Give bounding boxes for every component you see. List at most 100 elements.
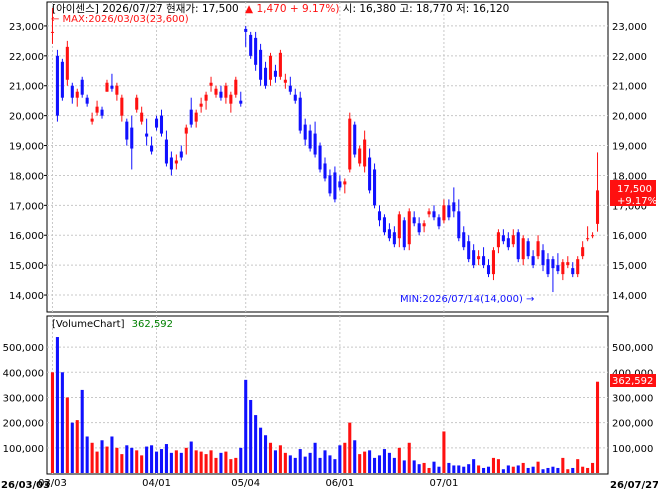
candle-body[interactable] <box>288 85 292 92</box>
volume-bar[interactable] <box>407 442 411 473</box>
candle-body[interactable] <box>303 124 307 140</box>
volume-bar[interactable] <box>95 451 99 473</box>
volume-bar[interactable] <box>254 415 258 473</box>
candle-body[interactable] <box>511 235 515 245</box>
volume-bar[interactable] <box>283 452 287 473</box>
candle-body[interactable] <box>55 55 59 116</box>
volume-bar[interactable] <box>219 452 223 473</box>
candle-body[interactable] <box>189 109 193 125</box>
volume-bar[interactable] <box>526 467 530 473</box>
volume-bar[interactable] <box>229 459 233 473</box>
candle-body[interactable] <box>373 169 377 206</box>
volume-bar[interactable] <box>174 450 178 473</box>
volume-bar[interactable] <box>595 381 600 473</box>
volume-bar[interactable] <box>338 445 342 473</box>
volume-bar[interactable] <box>482 467 486 473</box>
candle-body[interactable] <box>135 97 139 110</box>
volume-bar[interactable] <box>511 466 515 473</box>
candle-body[interactable] <box>437 217 441 227</box>
candle-body[interactable] <box>333 172 337 200</box>
volume-bar[interactable] <box>159 449 164 473</box>
candle-body[interactable] <box>467 241 471 260</box>
candle-body[interactable] <box>50 31 55 33</box>
candle-body[interactable] <box>343 181 347 185</box>
volume-bar[interactable] <box>145 446 149 473</box>
volume-bar[interactable] <box>85 436 89 473</box>
stock-chart[interactable]: 14,000 14,000 15,000 15,000 16,000 16,000 17,0… <box>0 0 658 493</box>
volume-bar[interactable] <box>308 452 312 473</box>
candle-body[interactable] <box>427 211 431 215</box>
volume-bar[interactable] <box>432 461 436 473</box>
volume-bar[interactable] <box>363 451 367 473</box>
volume-bar[interactable] <box>442 431 446 473</box>
volume-bar[interactable] <box>323 450 327 473</box>
candle-body[interactable] <box>432 211 436 218</box>
volume-bar[interactable] <box>551 466 555 473</box>
candle-body[interactable] <box>120 97 124 116</box>
volume-bar[interactable] <box>65 397 69 473</box>
volume-bar[interactable] <box>561 457 565 473</box>
volume-bar[interactable] <box>204 454 208 473</box>
volume-bar[interactable] <box>194 450 198 473</box>
candle-body[interactable] <box>85 97 89 104</box>
candle-body[interactable] <box>447 205 451 218</box>
volume-bar[interactable] <box>105 446 109 473</box>
candle-body[interactable] <box>169 157 173 170</box>
volume-bar[interactable] <box>556 467 560 473</box>
volume-bar[interactable] <box>516 465 520 473</box>
candle-body[interactable] <box>229 94 233 104</box>
volume-bar[interactable] <box>328 455 332 473</box>
volume-bar[interactable] <box>55 337 59 473</box>
candle-body[interactable] <box>353 124 357 155</box>
candle-body[interactable] <box>387 229 391 239</box>
volume-bar[interactable] <box>576 459 580 473</box>
candle-body[interactable] <box>293 94 297 101</box>
candle-body[interactable] <box>536 241 540 257</box>
volume-bar[interactable] <box>209 450 213 473</box>
candle-body[interactable] <box>298 97 302 131</box>
candle-body[interactable] <box>368 157 372 191</box>
candle-body[interactable] <box>556 265 560 272</box>
candle-body[interactable] <box>501 235 505 242</box>
candle-body[interactable] <box>150 145 154 152</box>
volume-bar[interactable] <box>392 457 396 473</box>
candle-body[interactable] <box>254 37 258 65</box>
volume-bar[interactable] <box>189 441 193 473</box>
volume-bar[interactable] <box>402 460 406 473</box>
volume-bar[interactable] <box>234 457 238 473</box>
volume-bar[interactable] <box>501 469 505 473</box>
candle-body[interactable] <box>486 265 491 275</box>
volume-bar[interactable] <box>224 451 228 473</box>
candle-body[interactable] <box>130 127 134 149</box>
candle-body[interactable] <box>566 262 570 266</box>
candle-body[interactable] <box>457 211 461 239</box>
volume-bar[interactable] <box>506 465 510 473</box>
candle-body[interactable] <box>65 46 69 80</box>
volume-bar[interactable] <box>60 372 64 473</box>
candle-body[interactable] <box>491 250 496 275</box>
candle-body[interactable] <box>482 256 486 266</box>
volume-bar[interactable] <box>397 447 401 473</box>
candle-body[interactable] <box>516 232 520 260</box>
volume-bar[interactable] <box>120 454 124 473</box>
candle-body[interactable] <box>249 34 253 56</box>
volume-bar[interactable] <box>571 467 575 473</box>
candle-body[interactable] <box>591 235 595 237</box>
volume-bar[interactable] <box>179 452 183 473</box>
candle-body[interactable] <box>571 268 575 275</box>
volume-bar[interactable] <box>169 452 173 473</box>
candle-body[interactable] <box>100 109 104 116</box>
volume-bar[interactable] <box>318 457 322 473</box>
candle-body[interactable] <box>239 100 243 104</box>
candle-body[interactable] <box>80 79 84 95</box>
volume-bar[interactable] <box>353 440 357 473</box>
volume-bar[interactable] <box>457 465 461 473</box>
volume-bar[interactable] <box>164 444 168 473</box>
volume-bar[interactable] <box>377 455 382 473</box>
candle-body[interactable] <box>506 238 510 248</box>
candle-body[interactable] <box>531 256 535 266</box>
candle-body[interactable] <box>318 145 322 170</box>
volume-bar[interactable] <box>437 466 441 473</box>
volume-bar[interactable] <box>452 465 456 473</box>
candle-body[interactable] <box>70 85 74 98</box>
